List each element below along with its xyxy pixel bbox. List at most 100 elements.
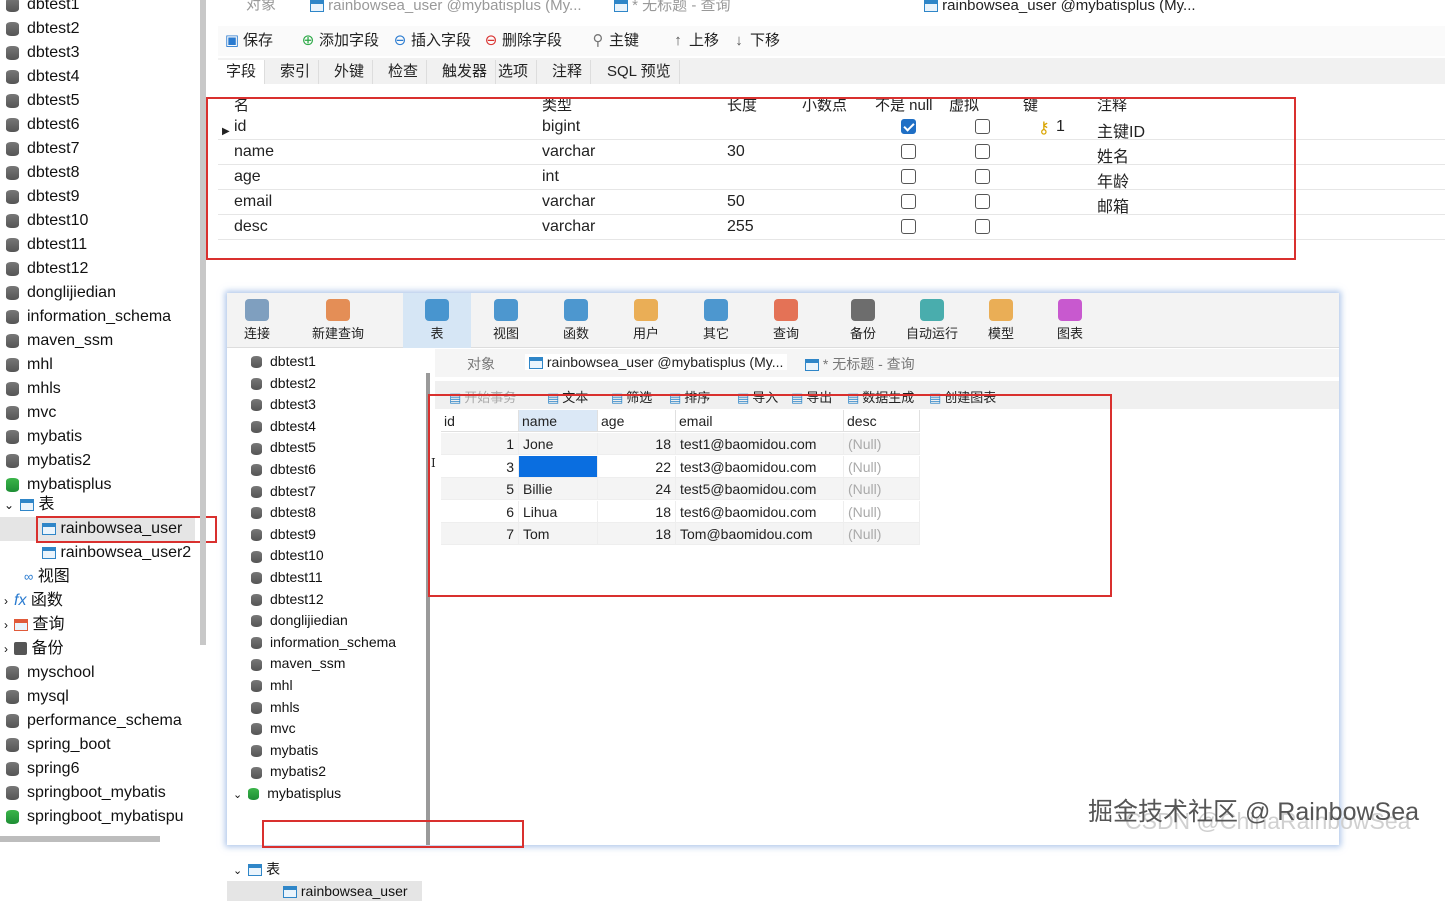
backups-node[interactable]: › 备份 — [4, 637, 63, 661]
tree-item-database[interactable]: spring6 — [6, 757, 79, 781]
navigator-tree[interactable]: dbtest1 dbtest2 dbtest3 dbtest4 dbtest5 dbtes… — [0, 0, 217, 845]
tree-item-database[interactable]: dbtest4 — [6, 65, 79, 89]
tab-untitled-query[interactable]: * 无标题 - 查询 — [614, 0, 731, 18]
tree-item-database[interactable]: performance_schema — [6, 709, 182, 733]
queries-node[interactable]: › 查询 — [4, 613, 64, 637]
chevron-right-icon[interactable]: › — [4, 594, 8, 608]
inner-tree-item-database[interactable]: dbtest6 — [251, 459, 316, 479]
primary-key-button[interactable]: ⚲ 主键 — [590, 30, 640, 52]
inner-tab-objects[interactable]: 对象 — [467, 354, 495, 374]
add-field-button[interactable]: ⊕ 添加字段 — [300, 30, 379, 52]
chevron-right-icon[interactable]: › — [4, 642, 8, 656]
ribbon-new-query-button[interactable]: 新建查询 — [295, 293, 381, 348]
inner-tree-item-database[interactable]: dbtest4 — [251, 416, 316, 436]
tree-item-database[interactable]: dbtest5 — [6, 89, 79, 113]
inner-tree-item-database[interactable]: ⌄ mybatisplus — [233, 783, 341, 805]
tree-item-database[interactable]: mhl — [6, 353, 53, 377]
inner-tree-item-database[interactable]: donglijiedian — [251, 610, 348, 630]
tab-table-data[interactable]: rainbowsea_user @mybatisplus (My... — [310, 0, 582, 18]
tree-item-database[interactable]: spring_boot — [6, 733, 111, 757]
ribbon-auto-run-button[interactable]: 自动运行 — [897, 293, 967, 348]
inner-tables-node[interactable]: ⌄ 表 — [233, 859, 280, 881]
tab-checks[interactable]: 检查 — [380, 60, 428, 84]
tree-item-database[interactable]: dbtest11 — [6, 233, 87, 257]
table-item-rainbowsea-user2[interactable]: rainbowsea_user2 — [42, 541, 191, 565]
tree-item-database[interactable]: dbtest9 — [6, 185, 79, 209]
tree-item-database[interactable]: springboot_mybatis — [6, 781, 166, 805]
move-down-button[interactable]: ↓ 下移 — [731, 30, 780, 52]
inner-tree-item-database[interactable]: mvc — [251, 718, 296, 738]
tree-item-database[interactable]: dbtest10 — [6, 209, 88, 233]
tree-item-database[interactable]: dbtest6 — [6, 113, 79, 137]
inner-tree-item-database[interactable]: mhl — [251, 675, 293, 695]
inner-tree-item-database[interactable]: dbtest12 — [251, 589, 324, 609]
tab-comments[interactable]: 注释 — [544, 60, 592, 84]
tree-item-database[interactable]: dbtest3 — [6, 41, 79, 65]
inner-tree-item-database[interactable]: mybatis2 — [251, 761, 326, 781]
inner-tree-item-database[interactable]: mybatis — [251, 740, 318, 760]
inner-table-item-rainbowsea-user[interactable]: rainbowsea_user — [227, 881, 422, 901]
inner-tree-item-database[interactable]: maven_ssm — [251, 653, 345, 673]
delete-field-button[interactable]: ⊖ 删除字段 — [483, 30, 562, 52]
tree-item-database[interactable]: mybatis — [6, 425, 82, 449]
ribbon-backup-button[interactable]: 备份 — [829, 293, 897, 348]
tab-indexes[interactable]: 索引 — [272, 60, 320, 84]
tree-item-database[interactable]: information_schema — [6, 305, 171, 329]
tab-objects[interactable]: 对象 — [246, 0, 276, 18]
inner-tree-item-database[interactable]: dbtest5 — [251, 437, 316, 457]
insert-field-button[interactable]: ⊖ 插入字段 — [392, 30, 471, 52]
ribbon-connect-button[interactable]: 连接 — [227, 293, 287, 348]
inner-tree-item-database[interactable]: dbtest9 — [251, 524, 316, 544]
inner-tab-table-data[interactable]: rainbowsea_user @mybatisplus (My... — [525, 354, 788, 370]
ribbon-query-button[interactable]: 查询 — [751, 293, 821, 348]
tree-item-database[interactable]: springboot_mybatispu — [6, 805, 184, 829]
chevron-right-icon[interactable]: › — [4, 618, 8, 632]
inner-tree-item-database[interactable]: information_schema — [251, 632, 396, 652]
inner-tree-item-database[interactable]: mhls — [251, 697, 300, 717]
database-icon — [251, 399, 262, 412]
move-up-button[interactable]: ↑ 上移 — [670, 30, 719, 52]
tree-item-database[interactable]: maven_ssm — [6, 329, 113, 353]
tab-sql-preview[interactable]: SQL 预览 — [599, 60, 680, 84]
tree-item-database[interactable]: mhls — [6, 377, 61, 401]
inner-tree-item-database[interactable]: dbtest3 — [251, 394, 316, 414]
tables-node[interactable]: ⌄ 表 — [4, 493, 55, 517]
tree-item-database[interactable]: mvc — [6, 401, 56, 425]
ribbon-table-button[interactable]: 表 — [403, 293, 471, 348]
tree-item-database[interactable]: dbtest2 — [6, 17, 79, 41]
inner-tree-item-database[interactable]: dbtest8 — [251, 502, 316, 522]
inner-tree-item-database[interactable]: dbtest2 — [251, 373, 316, 393]
inner-tree-item-database[interactable]: dbtest1 — [251, 351, 316, 371]
key-icon: ⚲ — [592, 32, 604, 49]
inner-tab-untitled-query[interactable]: * 无标题 - 查询 — [805, 354, 915, 374]
chevron-down-icon[interactable]: ⌄ — [4, 498, 14, 512]
tab-foreign-keys[interactable]: 外键 — [326, 60, 374, 84]
tab-options[interactable]: 选项 — [490, 60, 538, 84]
tree-item-database[interactable]: mysql — [6, 685, 69, 709]
tree-item-database[interactable]: mybatis2 — [6, 449, 91, 473]
tree-item-database[interactable]: myschool — [6, 661, 95, 685]
inner-tree-item-database[interactable]: dbtest10 — [251, 545, 324, 565]
views-node[interactable]: ∞ 视图 — [24, 565, 70, 589]
left-hscrollbar[interactable] — [0, 836, 160, 842]
ribbon-function-button[interactable]: 函数 — [541, 293, 611, 348]
inner-tree-item-database[interactable]: dbtest7 — [251, 481, 316, 501]
database-icon — [248, 788, 260, 801]
tree-item-database[interactable]: dbtest12 — [6, 257, 88, 281]
tab-table-design[interactable]: rainbowsea_user @mybatisplus (My... — [918, 0, 1202, 18]
ribbon-view-button[interactable]: 视图 — [471, 293, 541, 348]
tab-fields[interactable]: 字段 — [218, 60, 266, 84]
tree-item-database[interactable]: donglijiedian — [6, 281, 116, 305]
tab-triggers[interactable]: 触发器 — [434, 60, 497, 84]
tree-item-database[interactable]: dbtest1 — [6, 0, 79, 17]
tree-item-database[interactable]: dbtest7 — [6, 137, 79, 161]
ribbon-model-button[interactable]: 模型 — [967, 293, 1035, 348]
ribbon-chart-button[interactable]: 图表 — [1035, 293, 1105, 348]
inner-navigator-tree[interactable]: dbtest1 dbtest2 dbtest3 dbtest4 dbtest5 dbtes… — [227, 348, 422, 901]
ribbon-other-button[interactable]: 其它 — [681, 293, 751, 348]
tree-item-database[interactable]: dbtest8 — [6, 161, 79, 185]
ribbon-user-button[interactable]: 用户 — [611, 293, 681, 348]
save-button[interactable]: ▣ 保存 — [224, 30, 273, 52]
functions-node[interactable]: › fx 函数 — [4, 589, 63, 613]
inner-tree-item-database[interactable]: dbtest11 — [251, 567, 323, 587]
